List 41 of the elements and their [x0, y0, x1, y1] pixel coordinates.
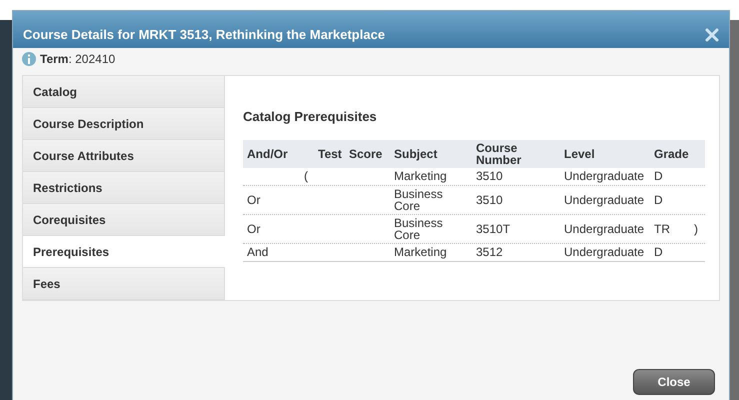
term-label: Term: 202410 — [40, 51, 116, 68]
column-header: Grade — [654, 146, 689, 160]
table-cell: Undergraduate — [564, 169, 644, 183]
table-cell: Or — [247, 192, 260, 206]
tab[interactable]: Prerequisites — [23, 236, 225, 268]
column-header: And/Or — [247, 146, 288, 160]
table-cell: Marketing — [394, 245, 447, 259]
table-cell: ( — [304, 169, 308, 183]
section-title: Catalog Prerequisites — [243, 108, 378, 126]
table-cell: D — [654, 245, 663, 259]
column-header: Level — [564, 146, 595, 160]
close-icon[interactable] — [705, 28, 719, 42]
tab[interactable]: Restrictions — [23, 172, 225, 204]
table-cell: 3510 — [476, 192, 503, 206]
tab[interactable]: Fees — [23, 268, 225, 300]
close-button[interactable]: Close — [633, 369, 715, 395]
info-icon — [22, 52, 36, 66]
column-header: Subject — [394, 146, 438, 160]
table-cell: 3512 — [476, 245, 503, 259]
table-cell: D — [654, 169, 663, 183]
table-cell: Business Core — [394, 216, 443, 242]
tab[interactable]: Course Attributes — [23, 140, 225, 172]
table-cell: And — [247, 245, 268, 259]
table-cell: Undergraduate — [564, 222, 644, 236]
table-cell: Business Core — [394, 186, 443, 212]
table-cell: Marketing — [394, 169, 447, 183]
tab[interactable]: Catalog — [23, 76, 225, 108]
table-cell: Undergraduate — [564, 192, 644, 206]
column-header: Score — [349, 146, 382, 160]
table-cell: Undergraduate — [564, 245, 644, 259]
table-cell: D — [654, 192, 663, 206]
tab[interactable]: Corequisites — [23, 204, 225, 236]
column-header: Course Number — [476, 140, 522, 166]
table-cell: ) — [694, 222, 698, 236]
table-cell: 3510 — [476, 169, 503, 183]
window-title: Course Details for MRKT 3513, Rethinking the Marketplace — [23, 26, 385, 44]
tab[interactable]: Course Description — [23, 108, 225, 140]
table-cell: Or — [247, 222, 260, 236]
table-cell: TR — [654, 222, 670, 236]
column-header: Test — [318, 146, 342, 160]
table-cell: 3510T — [476, 222, 510, 236]
